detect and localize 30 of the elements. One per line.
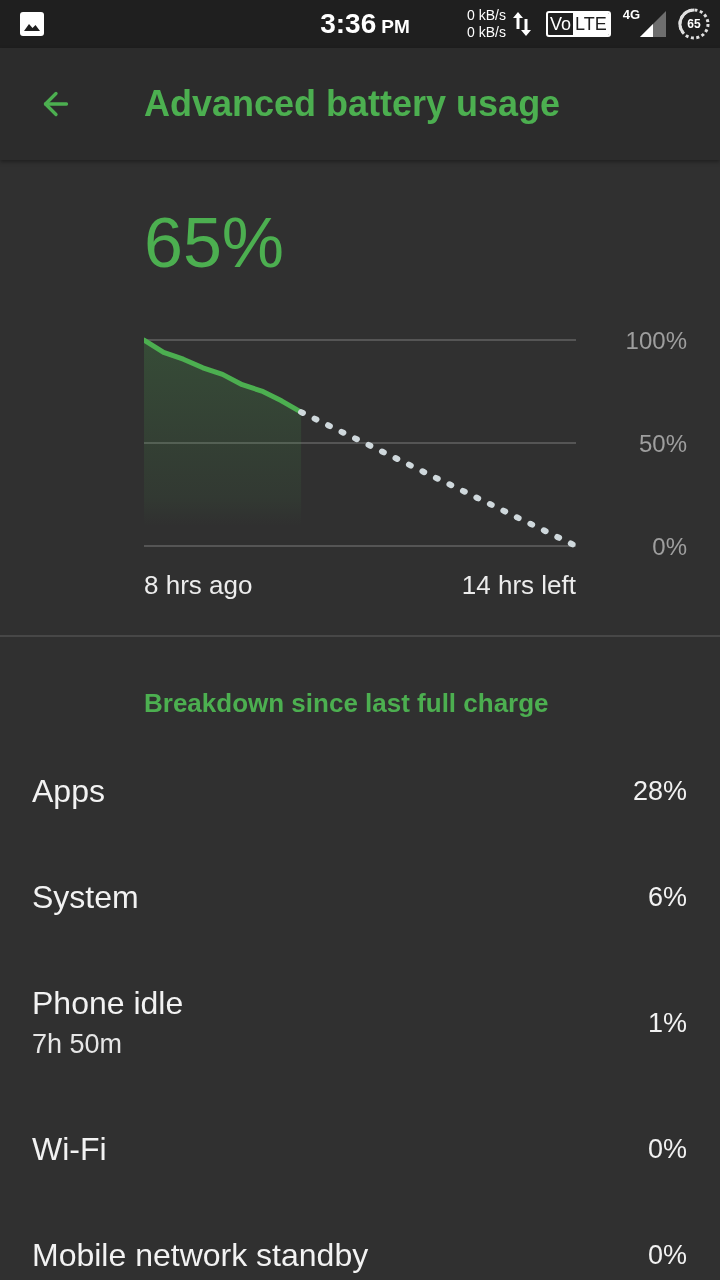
breakdown-title: Breakdown since last full charge [144, 687, 549, 719]
usage-percent: 0% [647, 1133, 687, 1165]
usage-label: Phone idle [32, 984, 184, 1021]
network-type: 4G [622, 7, 640, 22]
download-speed: 0 kB/s [467, 24, 506, 41]
axis-label: 100% [625, 330, 687, 354]
usage-detail: 7h 50m [32, 1027, 124, 1061]
status-ampm: PM [381, 16, 410, 38]
page-title: Advanced battery usage [144, 82, 561, 126]
usage-label: Apps [32, 773, 105, 809]
upload-speed: 0 kB/s [467, 7, 506, 24]
usage-percent: 28% [632, 775, 687, 807]
axis-label: 0% [652, 532, 687, 560]
usage-label: Wi-Fi [32, 1131, 107, 1167]
battery-percent: 65 [687, 17, 701, 31]
usage-percent: 6% [647, 881, 687, 913]
volte-badge: Vo LTE [545, 11, 611, 37]
battery-percentage: 65% [144, 208, 285, 278]
axis-label: 50% [638, 429, 687, 457]
usage-label: System [32, 879, 139, 915]
image-icon [20, 12, 44, 36]
battery-ring-icon [678, 8, 710, 40]
usage-percent: 1% [647, 1007, 687, 1039]
time-start-label: 8 hrs ago [144, 569, 253, 601]
data-transfer-arrows-icon [511, 10, 532, 38]
time-remaining-label: 14 hrs left [461, 569, 576, 601]
signal-strength-icon [640, 11, 666, 37]
status-time: 3:36 [320, 8, 377, 40]
usage-percent: 0% [647, 1239, 687, 1271]
usage-label: Mobile network standby [32, 1237, 369, 1273]
